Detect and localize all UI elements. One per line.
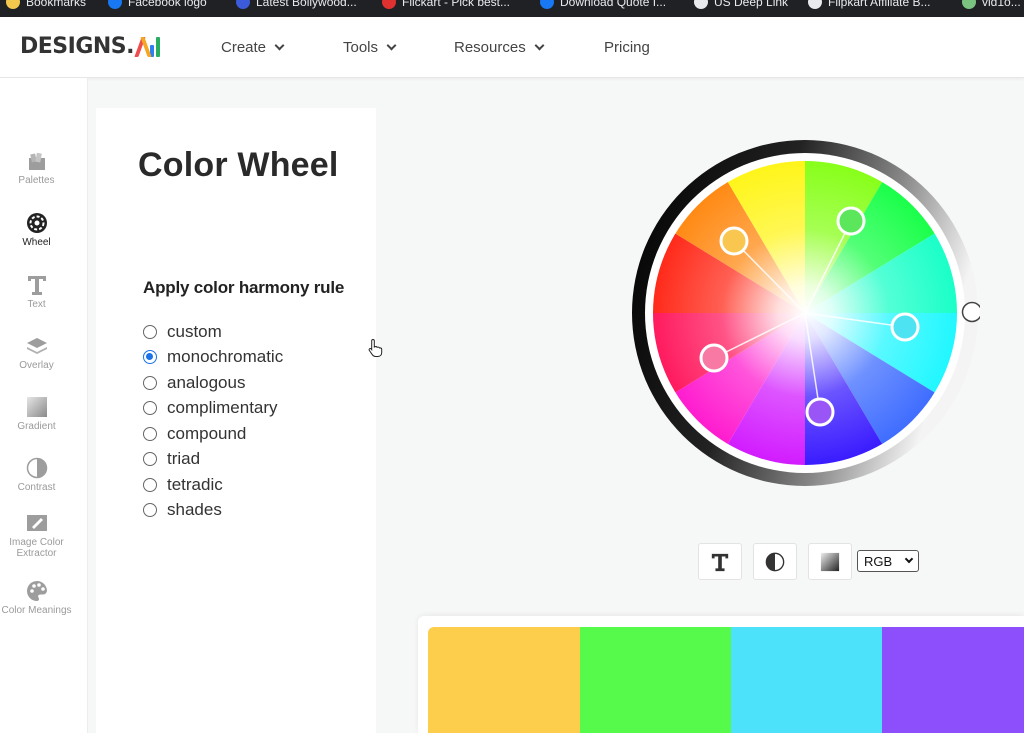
color-swatch[interactable]	[882, 627, 1024, 733]
hand-cursor-icon	[368, 338, 383, 357]
harmony-option-monochromatic[interactable]: monochromatic	[143, 345, 283, 371]
harmony-option-tetradic[interactable]: tetradic	[143, 472, 283, 498]
brightness-handle[interactable]	[961, 301, 983, 323]
link-icon	[694, 0, 708, 9]
contrast-button[interactable]	[753, 543, 797, 580]
harmony-rule-options: custom monochromatic analogous complimen…	[143, 319, 283, 523]
text-icon	[711, 553, 729, 571]
text-icon	[26, 274, 48, 296]
sidebar-item-color-meanings[interactable]: Color Meanings	[0, 580, 73, 616]
radio-button[interactable]	[143, 324, 157, 339]
harmony-option-triad[interactable]: triad	[143, 447, 283, 473]
bookmark-item[interactable]: Bookmarks	[6, 0, 86, 9]
contrast-icon	[765, 552, 785, 571]
color-wheel-graphic[interactable]	[630, 138, 983, 488]
bookmark-item[interactable]: Latest Bollywood...	[236, 0, 357, 9]
site-icon	[382, 0, 396, 9]
color-mode-select[interactable]: RGB	[857, 550, 919, 572]
sidebar-item-wheel[interactable]: Wheel	[0, 212, 73, 248]
color-swatch[interactable]	[731, 627, 882, 733]
sidebar-item-gradient[interactable]: Gradient	[0, 396, 73, 432]
gradient-icon	[820, 552, 840, 571]
gradient-button[interactable]	[808, 543, 852, 580]
harmony-rule-label: Apply color harmony rule	[143, 278, 345, 297]
radio-button-selected[interactable]	[143, 350, 157, 365]
bookmarks-bar: Bookmarks Facebook logo Latest Bollywood…	[0, 0, 1024, 17]
radio-button[interactable]	[143, 375, 157, 390]
nav-tools[interactable]: Tools	[343, 39, 397, 56]
nav-resources[interactable]: Resources	[454, 39, 545, 56]
chevron-down-icon	[534, 40, 545, 50]
color-handle[interactable]	[890, 312, 920, 342]
palettes-icon	[26, 150, 48, 172]
sidebar-item-image-color-extractor[interactable]: Image Color Extractor	[0, 512, 73, 559]
nav-create[interactable]: Create	[221, 39, 285, 56]
color-handle[interactable]	[836, 206, 866, 236]
radio-button[interactable]	[143, 452, 157, 467]
ai-logo-mark-icon	[134, 36, 160, 57]
color-swatch[interactable]	[428, 627, 580, 733]
sidebar-item-contrast[interactable]: Contrast	[0, 457, 73, 493]
page-title: Color Wheel	[138, 146, 339, 184]
image-extractor-icon	[26, 512, 48, 534]
radio-button[interactable]	[143, 477, 157, 492]
site-header: DESIGNS. Create Tools Resources Pricing	[0, 17, 1024, 78]
radio-button[interactable]	[143, 401, 157, 416]
harmony-option-complimentary[interactable]: complimentary	[143, 396, 283, 422]
facebook-icon	[108, 0, 122, 9]
bookmark-item[interactable]: Facebook logo	[108, 0, 207, 9]
wheel-icon	[26, 212, 48, 234]
sidebar-item-overlay[interactable]: Overlay	[0, 335, 73, 371]
chevron-down-icon	[386, 40, 397, 50]
facebook-icon	[540, 0, 554, 9]
site-icon	[962, 0, 976, 9]
chevron-down-icon	[904, 554, 914, 564]
bookmark-item[interactable]: vid1o...	[962, 0, 1021, 9]
tool-sidebar: Palettes Wheel Text Overlay Gradient Con…	[0, 78, 88, 733]
color-wheel[interactable]	[630, 138, 983, 488]
sidebar-item-text[interactable]: Text	[0, 274, 73, 310]
bookmark-item[interactable]: Flipkart Affiliate B...	[808, 0, 931, 9]
designs-ai-logo[interactable]: DESIGNS.	[20, 34, 160, 59]
link-icon	[808, 0, 822, 9]
text-preview-button[interactable]	[698, 543, 742, 580]
folder-icon	[6, 0, 20, 9]
contrast-icon	[26, 457, 48, 479]
gradient-icon	[26, 396, 48, 418]
bookmark-item[interactable]: Flickart - Pick best...	[382, 0, 510, 9]
color-meanings-icon	[26, 580, 48, 602]
color-swatch[interactable]	[580, 627, 731, 733]
overlay-icon	[26, 335, 48, 357]
chevron-down-icon	[274, 40, 285, 50]
harmony-option-analogous[interactable]: analogous	[143, 370, 283, 396]
site-icon	[236, 0, 250, 9]
radio-button[interactable]	[143, 503, 157, 518]
harmony-option-custom[interactable]: custom	[143, 319, 283, 345]
color-handle[interactable]	[699, 343, 729, 373]
harmony-option-shades[interactable]: shades	[143, 498, 283, 524]
color-handle[interactable]	[719, 226, 749, 256]
bookmark-item[interactable]: US Deep Link	[694, 0, 788, 9]
color-handle[interactable]	[805, 397, 835, 427]
harmony-option-compound[interactable]: compound	[143, 421, 283, 447]
radio-button[interactable]	[143, 426, 157, 441]
sidebar-item-palettes[interactable]: Palettes	[0, 150, 73, 186]
nav-pricing[interactable]: Pricing	[604, 39, 650, 56]
bookmark-item[interactable]: Download Quote I...	[540, 0, 666, 9]
